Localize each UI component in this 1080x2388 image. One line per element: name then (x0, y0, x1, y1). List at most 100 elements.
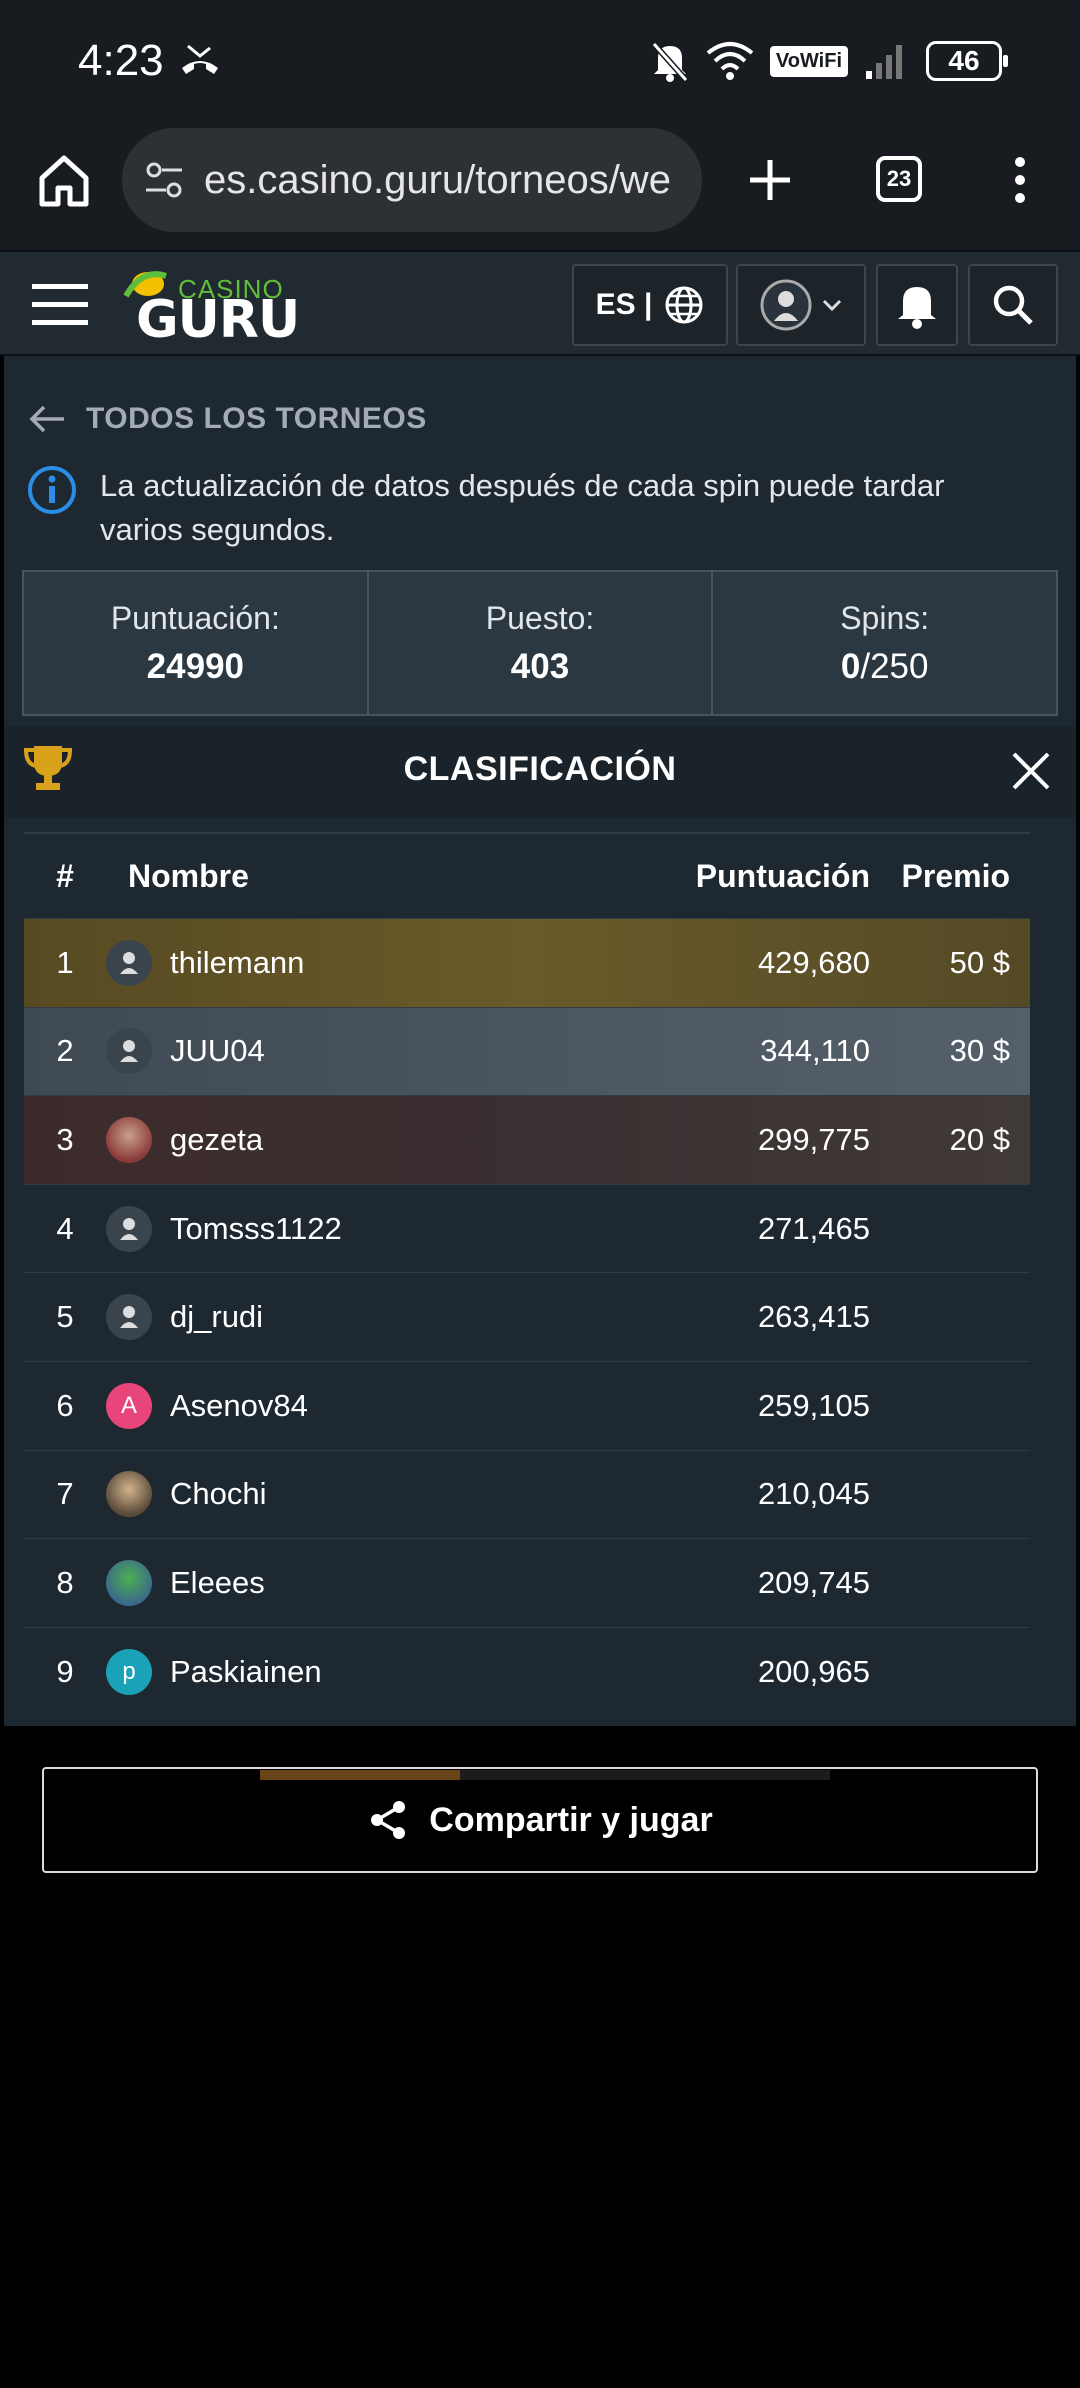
row-player: p Paskiainen (106, 1648, 670, 1695)
casino-guru-logo[interactable]: CASINO GURU (122, 266, 300, 350)
row-rank: 7 (56, 1476, 74, 1512)
search-button[interactable] (968, 264, 1058, 346)
row-player: gezeta (106, 1116, 670, 1163)
table-header: # Nombre Puntuación Premio (24, 832, 1030, 918)
table-row[interactable]: 4 Tomsss1122 271,465 (24, 1183, 1030, 1273)
row-player: Eleees (106, 1559, 670, 1606)
home-icon[interactable] (34, 150, 94, 210)
vowifi-badge: VoWiFi (769, 45, 848, 77)
default-avatar-icon (106, 1294, 152, 1341)
letter-avatar: A (106, 1382, 152, 1429)
leaderboard-header: CLASIFICACIÓN (4, 726, 1076, 818)
info-icon (28, 466, 76, 514)
arrow-left-icon (29, 405, 64, 433)
default-avatar-icon (106, 939, 152, 986)
player-name: Tomsss1122 (170, 1210, 342, 1246)
player-name: Paskiainen (170, 1653, 322, 1689)
col-name-header: Nombre (128, 857, 249, 894)
col-score-header: Puntuación (695, 857, 870, 894)
player-name: Chochi (170, 1476, 267, 1512)
row-rank: 9 (56, 1653, 74, 1689)
close-icon[interactable] (1006, 746, 1056, 796)
row-score: 259,105 (757, 1387, 870, 1423)
player-name: dj_rudi (170, 1299, 264, 1335)
row-score: 429,680 (757, 944, 870, 980)
status-time: 4:23 (78, 36, 164, 85)
table-row[interactable]: 9 p Paskiainen 200,965 (24, 1626, 1030, 1716)
browser-toolbar: es.casino.guru/torneos/we 23 (0, 120, 1080, 250)
user-photo-avatar (106, 1559, 152, 1606)
row-rank: 4 (56, 1210, 74, 1246)
player-name: thilemann (170, 944, 305, 980)
player-name: JUU04 (170, 1033, 265, 1069)
battery-icon: 46 (926, 41, 1008, 81)
user-menu-button[interactable] (736, 264, 866, 346)
notifications-button[interactable] (876, 264, 958, 346)
default-avatar-icon (106, 1205, 152, 1252)
row-player: A Asenov84 (106, 1382, 670, 1429)
status-icons: VoWiFi 46 (650, 36, 1008, 86)
info-notice: La actualización de datos después de cad… (26, 464, 1026, 552)
more-menu-icon[interactable] (1000, 150, 1040, 210)
share-progress-bar (260, 1770, 830, 1780)
row-player: Chochi (106, 1471, 670, 1518)
row-score: 299,775 (757, 1121, 870, 1157)
row-rank: 5 (56, 1299, 74, 1335)
row-rank: 1 (56, 944, 74, 980)
letter-avatar: p (106, 1648, 152, 1695)
col-rank-header: # (56, 857, 74, 894)
address-bar[interactable]: es.casino.guru/torneos/we (122, 128, 702, 232)
default-avatar-icon (106, 1028, 152, 1075)
site-settings-icon[interactable] (144, 160, 184, 200)
table-row[interactable]: 2 JUU04 344,110 30 $ (24, 1006, 1030, 1096)
signal-icon (866, 45, 902, 79)
url-text: es.casino.guru/torneos/we (204, 158, 671, 202)
wifi-icon (706, 42, 754, 80)
row-prize: 30 $ (949, 1033, 1010, 1069)
row-player: JUU04 (106, 1028, 670, 1075)
table-row[interactable]: 7 Chochi 210,045 (24, 1449, 1030, 1539)
hamburger-menu-icon[interactable] (30, 282, 90, 328)
site-header: CASINO GURU ES | (0, 250, 1080, 356)
status-bar: 4:23 VoWiFi 46 (0, 0, 1080, 120)
row-prize: 50 $ (949, 944, 1010, 980)
player-stats: Puntuación: 24990 Puesto: 403 Spins: 0/2… (22, 570, 1058, 716)
table-row[interactable]: 8 Eleees 209,745 (24, 1538, 1030, 1627)
row-player: thilemann (106, 939, 670, 986)
mute-bell-icon (651, 42, 689, 82)
table-row[interactable]: 1 thilemann 429,680 50 $ (24, 918, 1030, 1007)
row-rank: 6 (56, 1387, 74, 1423)
player-name: Eleees (170, 1564, 265, 1600)
tab-switcher-button[interactable]: 23 (876, 156, 922, 202)
table-row[interactable]: 5 dj_rudi 263,415 (24, 1272, 1030, 1361)
row-score: 271,465 (757, 1210, 870, 1246)
row-rank: 2 (56, 1033, 74, 1069)
bell-icon (898, 287, 936, 329)
missed-call-icon (182, 44, 218, 74)
search-icon (993, 285, 1033, 325)
row-score: 200,965 (757, 1653, 870, 1689)
row-player: dj_rudi (106, 1294, 670, 1341)
back-to-tournaments-link[interactable]: TODOS LOS TORNEOS (28, 402, 427, 436)
language-selector[interactable]: ES | (572, 264, 728, 346)
row-score: 209,745 (757, 1564, 870, 1600)
stat-score: Puntuación: 24990 (24, 572, 369, 714)
row-score: 263,415 (757, 1299, 870, 1335)
leaderboard-table: # Nombre Puntuación Premio 1 thilemann 429… (24, 832, 1030, 1715)
stat-rank: Puesto: 403 (369, 572, 714, 714)
user-photo-avatar (106, 1116, 152, 1163)
table-row[interactable]: 3 gezeta 299,775 20 $ (24, 1095, 1030, 1184)
row-score: 210,045 (757, 1476, 870, 1512)
row-player: Tomsss1122 (106, 1205, 670, 1252)
chevron-down-icon (822, 299, 842, 312)
share-progress-fill (260, 1770, 460, 1780)
table-row[interactable]: 6 A Asenov84 259,105 (24, 1360, 1030, 1450)
stat-spins: Spins: 0/250 (840, 599, 930, 686)
col-prize-header: Premio (901, 857, 1010, 894)
tournament-panel: TODOS LOS TORNEOS La actualización de da… (4, 356, 1076, 1726)
row-rank: 3 (56, 1121, 74, 1157)
new-tab-icon[interactable] (740, 150, 800, 210)
globe-icon (665, 286, 703, 324)
share-and-play-button[interactable]: Compartir y jugar (42, 1767, 1038, 1873)
row-score: 344,110 (760, 1033, 870, 1069)
